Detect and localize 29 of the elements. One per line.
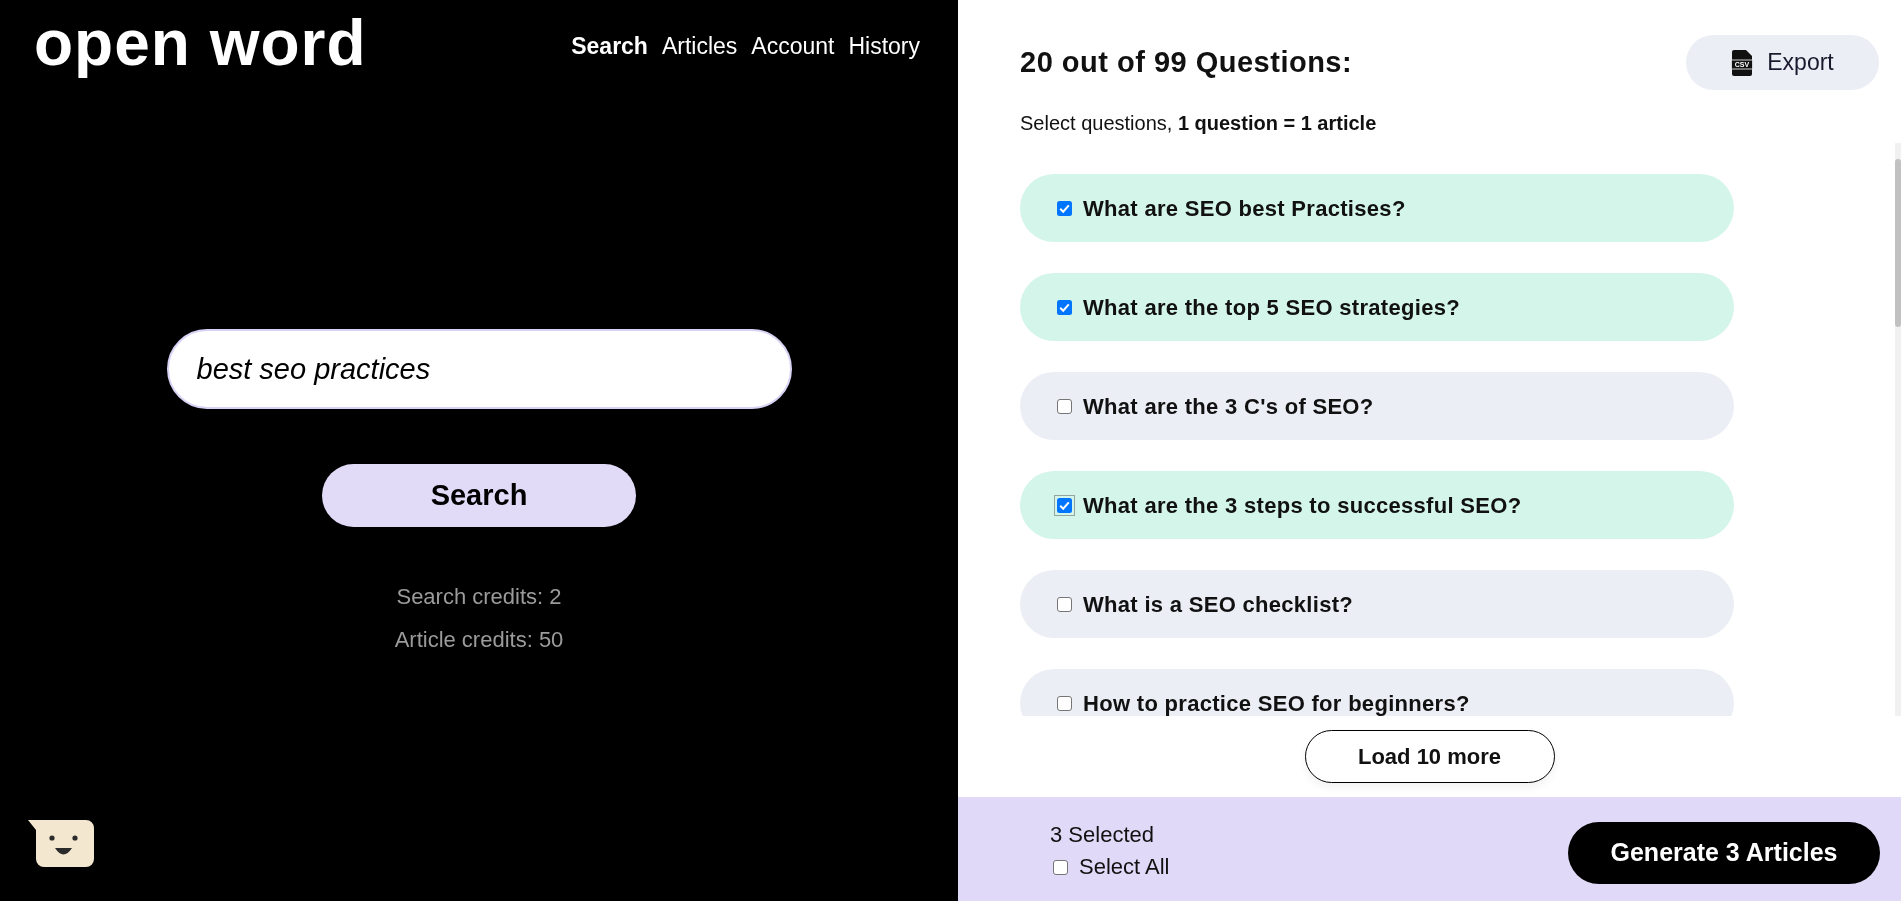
scrollbar-thumb[interactable] <box>1895 159 1901 327</box>
nav-link[interactable]: Account <box>751 35 835 58</box>
question-row[interactable]: What is a SEO checklist? <box>1020 570 1734 638</box>
load-more-button[interactable]: Load 10 more <box>1304 730 1555 783</box>
instructions-text: Select questions, 1 question = 1 article <box>1019 111 1378 135</box>
question-text: What are SEO best Practises? <box>1083 194 1406 223</box>
credits-text: Article credits: 50 <box>394 626 564 654</box>
checkbox[interactable] <box>1054 494 1075 516</box>
questions-title: 20 out of 99 Questions: <box>1020 48 1353 77</box>
question-row[interactable]: What are SEO best Practises? <box>1020 174 1734 242</box>
question-text: What are the 3 steps to successful SEO? <box>1083 491 1522 520</box>
question-row[interactable]: What are the 3 C's of SEO? <box>1020 372 1734 440</box>
nav-link[interactable]: Search <box>571 35 648 58</box>
question-row[interactable]: What are the 3 steps to successful SEO? <box>1020 471 1734 539</box>
question-text: What are the 3 C's of SEO? <box>1083 392 1374 421</box>
search-field[interactable]: best seo practices <box>166 329 792 409</box>
select-all-label[interactable]: Select All <box>1079 855 1170 879</box>
question-text: How to practice SEO for beginners? <box>1083 689 1470 716</box>
credits-text: Search credits: 2 <box>396 583 562 611</box>
chat-face-icon[interactable] <box>28 820 94 867</box>
nav-link[interactable]: History <box>848 35 920 58</box>
question-text: What is a SEO checklist? <box>1083 590 1354 619</box>
nav-link[interactable]: Articles <box>661 35 738 58</box>
generate-button[interactable]: Generate 3 Articles <box>1568 821 1880 884</box>
search-button[interactable]: Search <box>322 464 636 527</box>
question-text: What are the top 5 SEO strategies? <box>1083 293 1460 322</box>
selected-count: 3 Selected <box>1050 823 1155 847</box>
question-row[interactable]: What are the top 5 SEO strategies? <box>1020 273 1734 341</box>
question-row[interactable]: How to practice SEO for beginners? <box>1020 669 1734 716</box>
